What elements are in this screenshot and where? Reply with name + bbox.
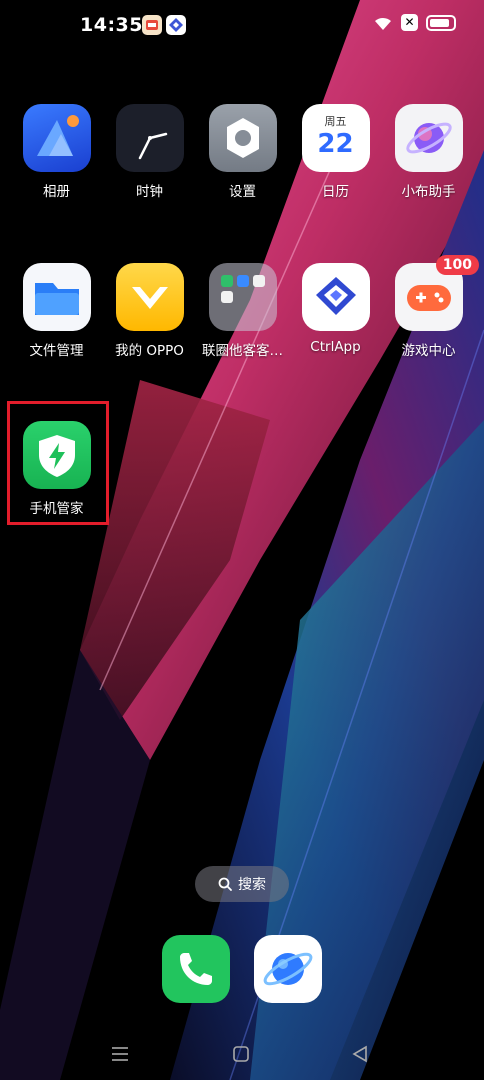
search-label: 搜索 bbox=[238, 877, 266, 893]
app-label: 文件管理 bbox=[29, 343, 84, 359]
dock-browser[interactable] bbox=[254, 935, 322, 1003]
app-label: 游戏中心 bbox=[401, 343, 456, 359]
app-label: 日历 bbox=[322, 184, 349, 200]
back-icon[interactable] bbox=[350, 1044, 370, 1064]
app-assistant[interactable]: 小布助手 bbox=[382, 104, 475, 200]
app-my-oppo[interactable]: 我的 OPPO bbox=[103, 263, 196, 359]
status-bar: 14:35 ✕ bbox=[0, 0, 484, 52]
clock-icon bbox=[115, 104, 184, 172]
calendar-weekday: 周五 bbox=[324, 115, 347, 128]
app-label: 我的 OPPO bbox=[115, 343, 184, 359]
calendar-day: 22 bbox=[317, 129, 354, 159]
folder-icon bbox=[22, 263, 91, 331]
app-label: 联圈他客客… bbox=[202, 343, 283, 359]
app-folder-group[interactable]: 联圈他客客… bbox=[196, 263, 289, 359]
app-label: 小布助手 bbox=[401, 184, 456, 200]
home-icon[interactable] bbox=[231, 1044, 251, 1064]
settings-gear-icon bbox=[208, 104, 277, 172]
notification-app-icon bbox=[142, 15, 162, 35]
navigation-bar bbox=[0, 1030, 484, 1080]
calendar-icon: 周五 22 bbox=[301, 104, 370, 172]
app-game-center[interactable]: 100 游戏中心 bbox=[382, 255, 479, 359]
highlight-box bbox=[7, 401, 109, 525]
app-calendar[interactable]: 周五 22 日历 bbox=[289, 104, 382, 200]
wifi-icon bbox=[375, 17, 391, 30]
app-label: 设置 bbox=[229, 184, 256, 200]
battery-icon bbox=[426, 14, 456, 31]
app-ctrlapp[interactable]: CtrlApp bbox=[289, 263, 382, 355]
search-icon bbox=[218, 877, 232, 891]
menu-icon[interactable] bbox=[110, 1044, 130, 1064]
app-label: CtrlApp bbox=[310, 339, 361, 355]
search-button[interactable]: 搜索 bbox=[195, 866, 289, 902]
app-label: 相册 bbox=[43, 184, 70, 200]
oppo-heart-icon bbox=[115, 263, 184, 331]
assistant-planet-icon bbox=[394, 104, 463, 172]
app-photos[interactable]: 相册 bbox=[10, 104, 103, 200]
status-indicators: ✕ bbox=[373, 14, 456, 31]
app-settings[interactable]: 设置 bbox=[196, 104, 289, 200]
photos-icon bbox=[22, 104, 91, 172]
app-label: 时钟 bbox=[136, 184, 163, 200]
app-folder-icon bbox=[208, 263, 277, 331]
app-clock[interactable]: 时钟 bbox=[103, 104, 196, 200]
browser-planet-icon bbox=[263, 952, 313, 986]
phone-handset-icon bbox=[180, 953, 212, 985]
no-sim-icon: ✕ bbox=[401, 14, 418, 31]
dock-phone[interactable] bbox=[162, 935, 230, 1003]
ctrlapp-cube-icon bbox=[301, 263, 370, 331]
app-file-manager[interactable]: 文件管理 bbox=[10, 263, 103, 359]
notification-ctrlapp-icon bbox=[166, 15, 186, 35]
notification-badge: 100 bbox=[435, 255, 479, 275]
status-time: 14:35 bbox=[80, 14, 143, 36]
